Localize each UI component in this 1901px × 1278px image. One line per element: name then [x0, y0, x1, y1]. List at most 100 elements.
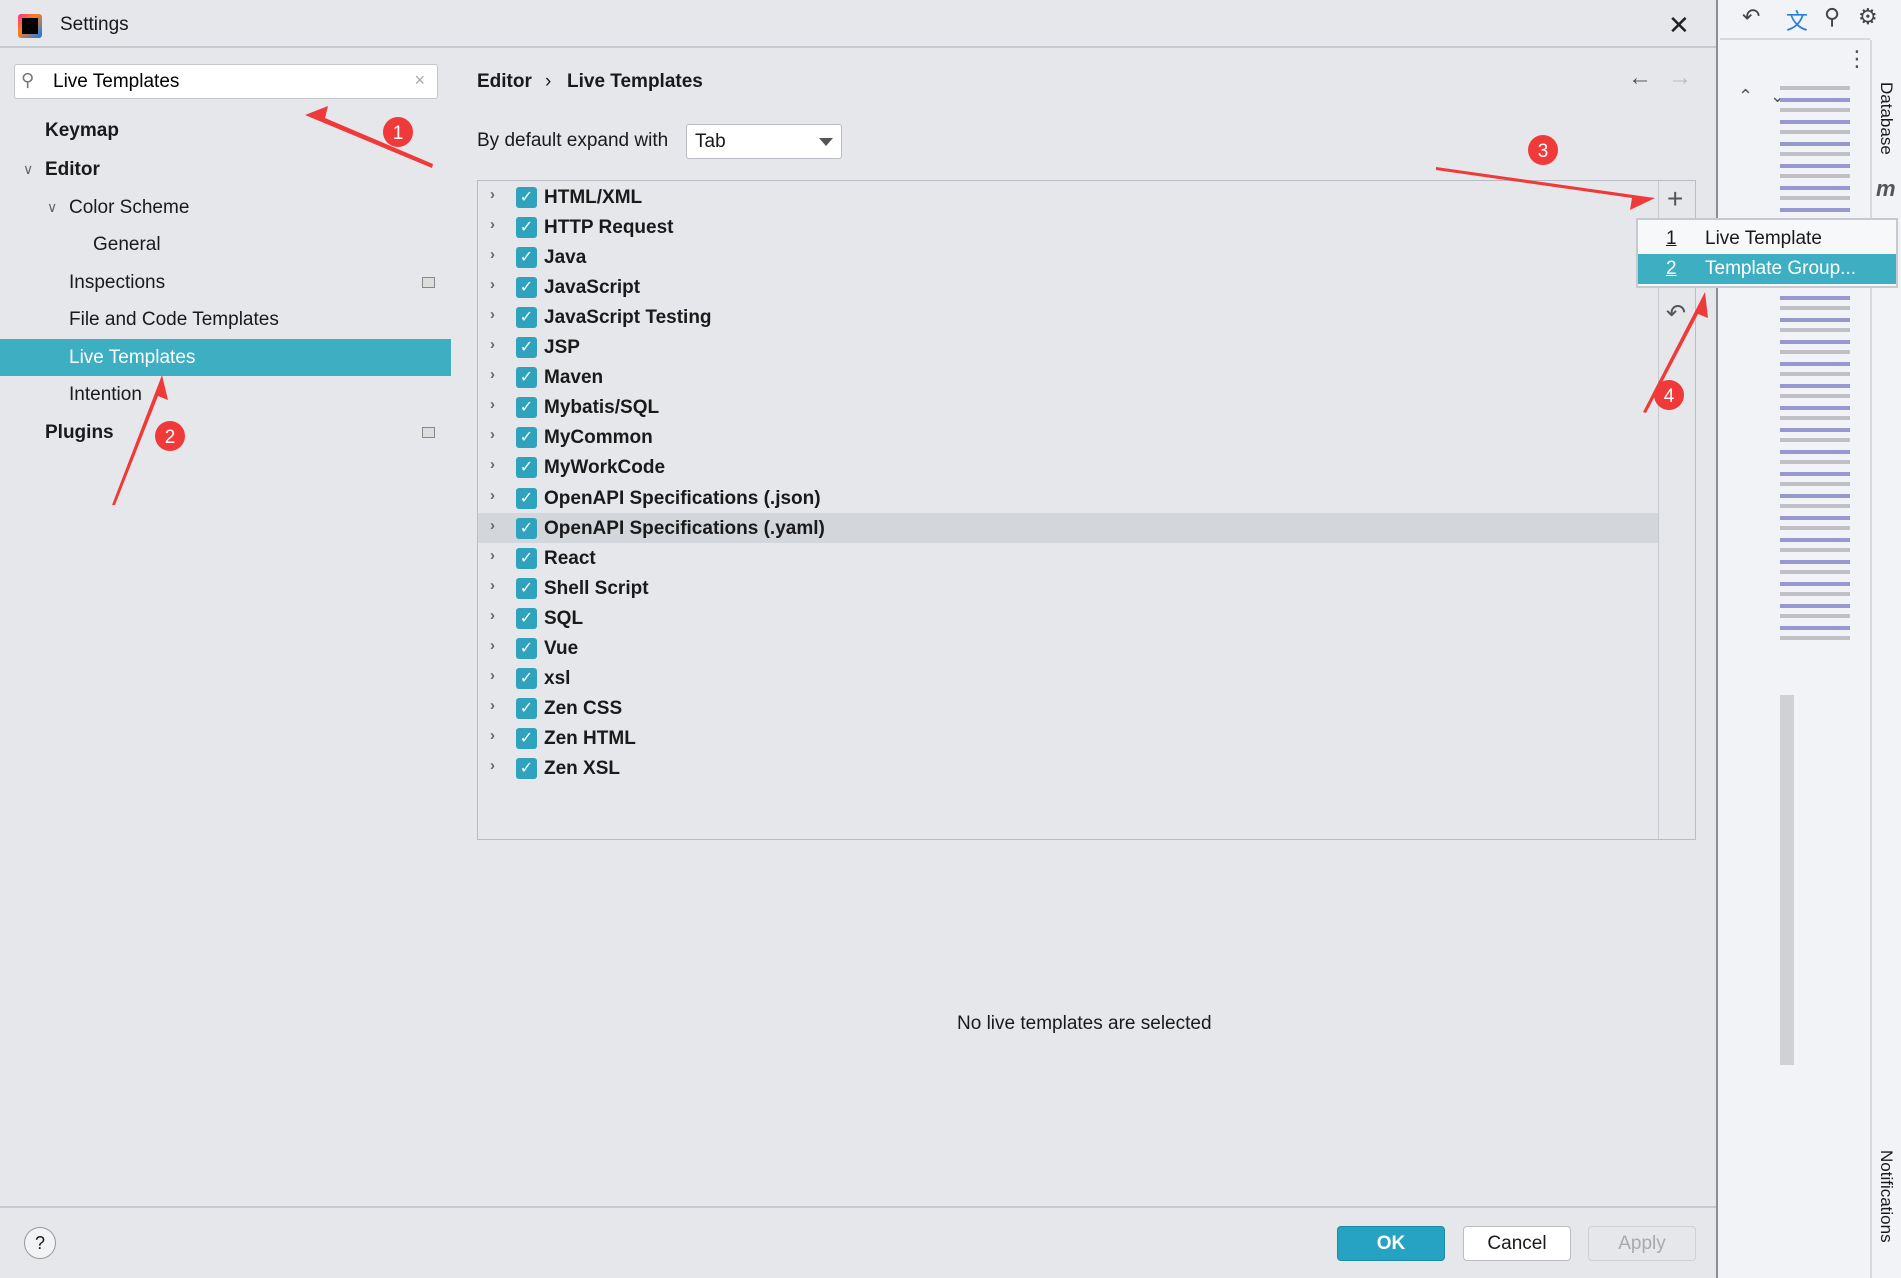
template-group-row[interactable]: › ✓ React — [478, 543, 1658, 573]
chevron-down-icon[interactable]: ∨ — [47, 189, 57, 226]
clear-search-icon[interactable]: × — [414, 70, 425, 91]
group-checkbox[interactable]: ✓ — [516, 637, 537, 659]
expand-label: By default expand with — [477, 130, 669, 151]
sidebar-item-color-scheme[interactable]: ∨ Color Scheme — [0, 189, 451, 226]
chevron-right-icon[interactable]: › — [490, 517, 495, 534]
chevron-right-icon[interactable]: › — [490, 607, 495, 624]
template-group-row[interactable]: › ✓ HTTP Request — [478, 212, 1658, 242]
chevron-right-icon[interactable]: › — [490, 366, 495, 383]
sidebar-item-intention[interactable]: Intention — [0, 376, 451, 413]
group-checkbox[interactable]: ✓ — [516, 307, 537, 329]
group-checkbox[interactable]: ✓ — [516, 367, 537, 389]
notifications-tool-tab[interactable]: Notifications — [1876, 1150, 1896, 1243]
group-checkbox[interactable]: ✓ — [516, 607, 537, 629]
template-group-row[interactable]: › ✓ OpenAPI Specifications (.yaml) — [478, 512, 1658, 543]
template-group-row[interactable]: › ✓ Vue — [478, 633, 1658, 663]
menu-item-mnemonic: 2 — [1666, 258, 1677, 279]
chevron-right-icon[interactable]: › — [490, 456, 495, 473]
template-group-row[interactable]: › ✓ Java — [478, 242, 1658, 272]
template-group-row[interactable]: › ✓ MyWorkCode — [478, 452, 1658, 482]
chevron-up-icon[interactable]: ⌃ — [1738, 86, 1753, 107]
chevron-right-icon[interactable]: › — [490, 396, 495, 413]
maven-tool-tab[interactable]: m — [1876, 176, 1896, 202]
gear-icon[interactable]: ⚙ — [1858, 4, 1878, 30]
chevron-right-icon[interactable]: › — [490, 186, 495, 203]
revert-icon[interactable]: ↶ — [1666, 299, 1686, 328]
template-group-row[interactable]: › ✓ xsl — [478, 663, 1658, 693]
group-checkbox[interactable]: ✓ — [516, 217, 537, 239]
chevron-right-icon[interactable]: › — [490, 426, 495, 443]
chevron-right-icon[interactable]: › — [490, 757, 495, 774]
sidebar-item-keymap[interactable]: Keymap — [0, 112, 451, 149]
forward-arrow-icon[interactable]: → — [1668, 64, 1692, 92]
group-checkbox[interactable]: ✓ — [516, 517, 537, 539]
group-checkbox[interactable]: ✓ — [516, 727, 537, 749]
template-group-row[interactable]: › ✓ Maven — [478, 362, 1658, 392]
chevron-right-icon[interactable]: › — [490, 276, 495, 293]
sidebar-item-inspections[interactable]: Inspections — [0, 264, 451, 301]
menu-item-template-group[interactable]: 2 Template Group... — [1638, 254, 1896, 284]
template-group-row[interactable]: › ✓ JavaScript Testing — [478, 302, 1658, 332]
sidebar-item-file-and-code-templates[interactable]: File and Code Templates — [0, 301, 451, 338]
group-checkbox[interactable]: ✓ — [516, 547, 537, 569]
template-group-row[interactable]: › ✓ Mybatis/SQL — [478, 392, 1658, 422]
chevron-right-icon[interactable]: › — [490, 727, 495, 744]
group-checkbox[interactable]: ✓ — [516, 337, 537, 359]
template-group-row[interactable]: › ✓ Zen CSS — [478, 693, 1658, 723]
group-checkbox[interactable]: ✓ — [516, 577, 537, 599]
breadcrumb-parent[interactable]: Editor — [477, 71, 532, 93]
sidebar-item-live-templates[interactable]: Live Templates — [0, 339, 451, 376]
apply-button[interactable]: Apply — [1588, 1226, 1696, 1261]
group-checkbox[interactable]: ✓ — [516, 247, 537, 269]
group-checkbox[interactable]: ✓ — [516, 277, 537, 299]
cancel-button[interactable]: Cancel — [1463, 1226, 1571, 1261]
group-name: MyWorkCode — [544, 457, 666, 479]
group-checkbox[interactable]: ✓ — [516, 697, 537, 719]
chevron-right-icon[interactable]: › — [490, 667, 495, 684]
sidebar-item-general[interactable]: General — [0, 226, 451, 263]
template-group-row[interactable]: › ✓ Zen XSL — [478, 753, 1658, 783]
chevron-right-icon[interactable]: › — [490, 637, 495, 654]
template-group-row[interactable]: › ✓ JSP — [478, 332, 1658, 362]
chevron-right-icon[interactable]: › — [490, 336, 495, 353]
search-icon[interactable]: ⚲ — [1824, 4, 1840, 30]
ok-button[interactable]: OK — [1337, 1226, 1445, 1261]
close-icon[interactable]: ✕ — [1668, 10, 1690, 41]
group-checkbox[interactable]: ✓ — [516, 187, 537, 208]
chevron-right-icon[interactable]: › — [490, 487, 495, 504]
group-checkbox[interactable]: ✓ — [516, 427, 537, 449]
chevron-right-icon[interactable]: › — [490, 697, 495, 714]
add-icon[interactable]: + — [1667, 183, 1683, 215]
template-group-row[interactable]: › ✓ OpenAPI Specifications (.json) — [478, 483, 1658, 513]
chevron-right-icon[interactable]: › — [490, 547, 495, 564]
group-checkbox[interactable]: ✓ — [516, 457, 537, 479]
chevron-right-icon[interactable]: › — [490, 216, 495, 233]
chevron-down-icon[interactable]: ∨ — [23, 151, 33, 188]
translate-icon[interactable]: 文 — [1786, 4, 1808, 36]
template-group-row[interactable]: › ✓ Shell Script — [478, 573, 1658, 603]
database-tool-tab[interactable]: Database — [1876, 82, 1896, 155]
template-group-row[interactable]: › ✓ HTML/XML — [478, 182, 1658, 212]
search-input[interactable] — [53, 69, 393, 95]
sidebar-item-plugins[interactable]: Plugins — [0, 414, 451, 451]
undo-icon[interactable]: ↶ — [1742, 4, 1760, 30]
back-arrow-icon[interactable]: ← — [1628, 64, 1652, 92]
group-checkbox[interactable]: ✓ — [516, 397, 537, 419]
menu-item-live-template[interactable]: 1 Live Template — [1638, 224, 1896, 254]
chevron-right-icon[interactable]: › — [490, 246, 495, 263]
template-group-row[interactable]: › ✓ SQL — [478, 603, 1658, 633]
chevron-right-icon[interactable]: › — [490, 306, 495, 323]
group-checkbox[interactable]: ✓ — [516, 667, 537, 689]
scrollbar[interactable] — [1780, 695, 1794, 1065]
help-button[interactable]: ? — [24, 1227, 56, 1259]
template-group-row[interactable]: › ✓ JavaScript — [478, 272, 1658, 302]
template-group-row[interactable]: › ✓ MyCommon — [478, 422, 1658, 452]
sidebar-item-editor[interactable]: ∨ Editor — [0, 151, 451, 188]
more-icon[interactable]: ⋮ — [1846, 46, 1868, 72]
group-checkbox[interactable]: ✓ — [516, 487, 537, 509]
chevron-right-icon[interactable]: › — [490, 577, 495, 594]
template-group-row[interactable]: › ✓ Zen HTML — [478, 723, 1658, 753]
expand-key-dropdown[interactable]: Tab — [686, 124, 842, 159]
settings-search-field[interactable]: ⚲ × — [14, 64, 438, 99]
group-checkbox[interactable]: ✓ — [516, 757, 537, 779]
